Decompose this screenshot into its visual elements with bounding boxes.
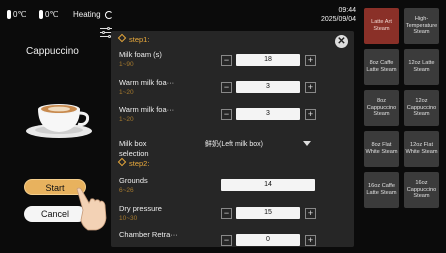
milk-foam-input[interactable]: 18 [236,54,300,66]
chamber-retract-input[interactable]: 0 [236,234,300,246]
warm-milk-foam-1-input[interactable]: 3 [236,81,300,93]
recipe-settings-panel: ✕ step1: Milk foam (s) 1~90 − 18 + Warm … [111,31,354,247]
warm-milk-foam-1-increment-button[interactable]: + [305,82,316,93]
warm-milk-foam-2-input[interactable]: 3 [236,108,300,120]
chamber-retract-increment-button[interactable]: + [305,235,316,246]
temperature-2-value: 0℃ [45,10,59,19]
chevron-down-icon[interactable] [303,141,311,146]
milk-box-select[interactable]: 鲜奶(Left milk box) [205,139,263,149]
milk-foam-decrement-button[interactable]: − [221,55,232,66]
warm-milk-foam-1-label: Warm milk foa··· [119,78,175,87]
heating-status: Heating [73,10,113,19]
dry-pressure-label: Dry pressure [119,204,162,213]
step1-header: step1: [117,33,150,44]
recipe-tile[interactable]: 16oz Cappuccino Steam [404,172,439,208]
recipe-tile[interactable]: 8oz Flat White Steam [364,131,399,167]
warm-milk-foam-2-label: Warm milk foa··· [119,105,175,114]
diamond-icon [117,33,127,43]
grounds-label: Grounds [119,176,148,185]
recipe-tile[interactable]: 8oz Caffe Latte Steam [364,49,399,85]
recipe-tile[interactable]: 16oz Caffe Latte Steam [364,172,399,208]
chamber-retract-label: Chamber Retra··· [119,230,178,239]
clock-date: 2025/09/04 [320,16,356,23]
recipe-tile[interactable]: 12oz Latte Steam [404,49,439,85]
temperature-1-value: 0℃ [13,10,27,19]
temperature-1: 0℃ [7,10,26,19]
milk-box-label-line2: selection [119,149,149,158]
drink-name: Cappuccino [26,46,79,57]
dry-pressure-increment-button[interactable]: + [305,208,316,219]
warm-milk-foam-1-range: 1~20 [119,89,134,96]
warm-milk-foam-2-increment-button[interactable]: + [305,109,316,120]
step2-label: step2: [129,159,150,168]
warm-milk-foam-1-decrement-button[interactable]: − [221,82,232,93]
pointing-hand-icon [76,187,107,231]
status-bar: 0℃ 0℃ Heating [0,0,360,30]
milk-foam-range: 1~90 [119,61,134,68]
recipe-tile[interactable]: Latte Art Steam [364,8,399,44]
warm-milk-foam-2-decrement-button[interactable]: − [221,109,232,120]
milk-foam-label: Milk foam (s) [119,50,162,59]
step1-label: step1: [129,35,150,44]
clock: 09:44 2025/09/04 [321,6,356,24]
warm-milk-foam-2-range: 1~20 [119,116,134,123]
recipe-tile[interactable]: 8oz Cappuccino Steam [364,90,399,126]
thermometer-icon [7,10,11,19]
screen: 0℃ 0℃ Heating 09:44 2025/09/04 Cappuccin… [0,0,446,253]
close-icon[interactable]: ✕ [335,35,348,48]
grounds-input[interactable]: 14 [221,179,315,191]
grounds-range: 6~26 [119,187,134,194]
dry-pressure-range: 10~30 [119,215,138,222]
chamber-retract-decrement-button[interactable]: − [221,235,232,246]
dry-pressure-input[interactable]: 15 [236,207,300,219]
heating-label: Heating [73,10,101,19]
milk-box-label-line1: Milk box [119,139,147,148]
dry-pressure-decrement-button[interactable]: − [221,208,232,219]
recipe-tile[interactable]: High-Temperature Steam [404,8,439,44]
diamond-icon [117,157,127,167]
step2-header: step2: [117,157,150,168]
milk-foam-increment-button[interactable]: + [305,55,316,66]
clock-time: 09:44 [338,7,356,14]
loading-icon [104,10,113,19]
temperature-2: 0℃ [39,10,58,19]
thermometer-icon [39,10,43,19]
cappuccino-cup-image [26,104,92,138]
recipe-tile[interactable]: 12oz Flat White Steam [404,131,439,167]
recipe-tile[interactable]: 12oz Cappuccino Steam [404,90,439,126]
